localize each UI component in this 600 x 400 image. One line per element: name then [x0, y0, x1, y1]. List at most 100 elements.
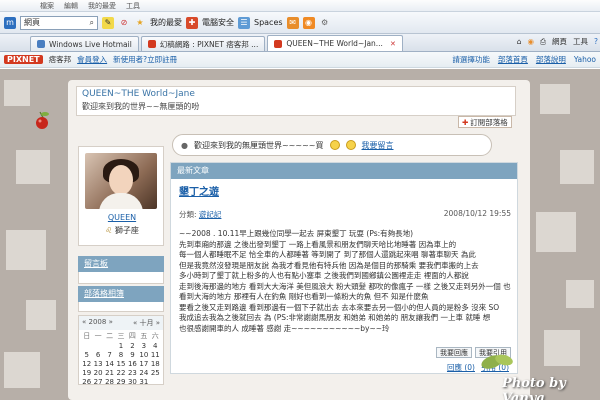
decor-tile [16, 150, 50, 184]
sidebar-album-body [78, 302, 164, 312]
page-menu[interactable]: 網頁 [552, 36, 567, 47]
tools-menu[interactable]: 工具 [573, 36, 588, 47]
article-line: 要看之後又走到路邊 看到那邊有一個下子就出去 去本來要去另一個小的但人員的是粉多… [179, 302, 500, 312]
calendar-day-header: 二 [106, 332, 114, 340]
category-link[interactable]: 遊記記 [199, 210, 222, 219]
calendar-day[interactable]: 7 [104, 351, 115, 359]
calendar-day[interactable]: 30 [127, 378, 138, 386]
article-line: 走到後海那邊的地方 看到大大海洋 美但風浪大 粉大頭髮 都吹的像瘋子 一樣 之後… [179, 281, 511, 291]
search-icon[interactable]: ⌕ [90, 17, 94, 29]
sidebar-item-guestbook[interactable]: 留言板 [78, 256, 164, 272]
sidebar-item-album[interactable]: 部落格相簿 [78, 286, 164, 302]
calendar-day[interactable]: 10 [138, 351, 149, 359]
tab-hotmail[interactable]: Windows Live Hotmail [30, 36, 139, 51]
security-label[interactable]: 電腦安全 [202, 17, 234, 28]
login-link[interactable]: 會員登入 [77, 54, 107, 65]
home-icon[interactable]: ⌂ [517, 37, 522, 46]
msn-icon[interactable]: m [4, 16, 16, 29]
calendar-widget: « 2008 » « 十月 » 日一二三四五六 1 2 3 4 5 6 7 8 9 10 11 12 13… [78, 315, 164, 386]
mail-icon[interactable]: ✉ [286, 16, 299, 29]
spaces-icon[interactable]: ☰ [238, 16, 250, 29]
calendar-day[interactable]: 29 [115, 378, 126, 386]
blog-home-link[interactable]: 部落首頁 [498, 54, 528, 65]
calendar-day[interactable]: 19 [81, 369, 92, 377]
calendar-day[interactable]: 23 [127, 369, 138, 377]
calendar-day[interactable]: 17 [138, 360, 149, 368]
calendar-day[interactable]: 27 [92, 378, 103, 386]
brand-name: 痞客邦 [48, 55, 72, 64]
calendar-day[interactable]: 13 [92, 360, 103, 368]
calendar-day[interactable]: 24 [138, 369, 149, 377]
menu-tools[interactable]: 工具 [126, 1, 140, 11]
tab-queen[interactable]: QUEEN~THE World~Jan... ✕ [267, 35, 403, 51]
calendar-day[interactable]: 8 [115, 351, 126, 359]
feed-icon[interactable]: ◉ [527, 37, 534, 46]
subscribe-button[interactable]: ✚ 訂閱部落格 [458, 116, 512, 128]
month-nav[interactable]: « 十月 » [133, 318, 160, 328]
smiley-icon [345, 140, 356, 150]
calendar-day[interactable]: 1 [115, 342, 126, 350]
calendar-day[interactable]: 28 [104, 378, 115, 386]
register-link[interactable]: 新使用者?立即註冊 [113, 54, 177, 65]
calendar-day[interactable]: 21 [104, 369, 115, 377]
blog-title[interactable]: QUEEN~THE World~Jane [82, 89, 510, 99]
calendar-day[interactable]: 20 [92, 369, 103, 377]
calendar-day[interactable]: 15 [115, 360, 126, 368]
calendar-day[interactable]: 5 [81, 351, 92, 359]
shield-icon[interactable]: ✚ [186, 16, 198, 29]
zodiac-icon: ♌ [105, 226, 113, 235]
decor-tile [566, 280, 594, 308]
leave-message-link[interactable]: 我要留言 [362, 140, 394, 151]
prev-year-button[interactable]: « 2008 » [82, 318, 113, 328]
calendar-day[interactable]: 12 [81, 360, 92, 368]
blog-help-link[interactable]: 部落說明 [536, 54, 566, 65]
menu-edit[interactable]: 編輯 [64, 1, 78, 11]
reply-button[interactable]: 我要回應 [436, 347, 472, 358]
calendar-day[interactable]: 3 [138, 342, 149, 350]
calendar-day[interactable]: 16 [127, 360, 138, 368]
leaf-icon [481, 354, 513, 369]
avatar[interactable] [85, 153, 157, 209]
calendar-day[interactable]: 26 [81, 378, 92, 386]
rss-icon[interactable]: ◉ [302, 16, 315, 29]
decor-tile [560, 150, 594, 184]
close-tab-icon[interactable]: ✕ [390, 40, 396, 48]
menu-file[interactable]: 檔案 [40, 1, 54, 11]
calendar-day[interactable]: 22 [115, 369, 126, 377]
profile-name[interactable]: QUEEN [79, 213, 165, 222]
calendar-day[interactable]: 9 [127, 351, 138, 359]
help-icon[interactable]: ? [594, 37, 598, 46]
calendar-day[interactable]: 18 [150, 360, 161, 368]
star-icon[interactable]: ★ [134, 17, 146, 29]
highlight-icon[interactable]: ✎ [102, 16, 114, 29]
spaces-label[interactable]: Spaces [254, 18, 283, 27]
calendar-day[interactable]: 4 [150, 342, 161, 350]
function-select[interactable]: 請選擇功能 [452, 54, 490, 65]
calendar-day [92, 342, 103, 350]
print-icon[interactable]: ⎙ [540, 37, 546, 47]
block-icon[interactable]: ⊘ [118, 17, 130, 29]
comments-link[interactable]: 回應 (0) [447, 362, 475, 373]
article-datetime: 2008/10/12 19:55 [443, 209, 511, 218]
pixnet-logo[interactable]: PIXNET [4, 55, 43, 64]
calendar-day[interactable]: 31 [138, 378, 149, 386]
latest-articles-header: 最新文章 [171, 163, 517, 179]
favorites-label[interactable]: 我的最愛 [150, 17, 182, 28]
menu-favorites[interactable]: 我的最愛 [88, 1, 116, 11]
article-body: ~~2008 . 10.11早上跟幾位同學一起去 屏東墾丁 玩耍 (Ps:有夠長… [179, 229, 511, 334]
settings-icon[interactable]: ⚙ [319, 17, 331, 29]
calendar-day[interactable]: 25 [150, 369, 161, 377]
bullet-icon: ● [181, 140, 188, 150]
calendar-day[interactable]: 6 [92, 351, 103, 359]
decor-tile [536, 212, 576, 252]
article-line: ~~2008 . 10.11早上跟幾位同學一起去 屏東墾丁 玩耍 (Ps:有夠長… [179, 229, 414, 238]
article-title[interactable]: 墾丁之遊 [179, 183, 219, 198]
calendar-day[interactable]: 11 [150, 351, 161, 359]
decor-tile [4, 80, 30, 106]
calendar-day[interactable]: 2 [127, 342, 138, 350]
avatar-face [109, 165, 133, 195]
search-input[interactable]: 網頁 ⌕ [20, 15, 98, 30]
tab-pixnet[interactable]: 幻稿網路 : PIXNET 痞客邦 ... [140, 36, 266, 51]
calendar-day[interactable]: 14 [104, 360, 115, 368]
yahoo-link[interactable]: Yahoo [574, 55, 596, 64]
